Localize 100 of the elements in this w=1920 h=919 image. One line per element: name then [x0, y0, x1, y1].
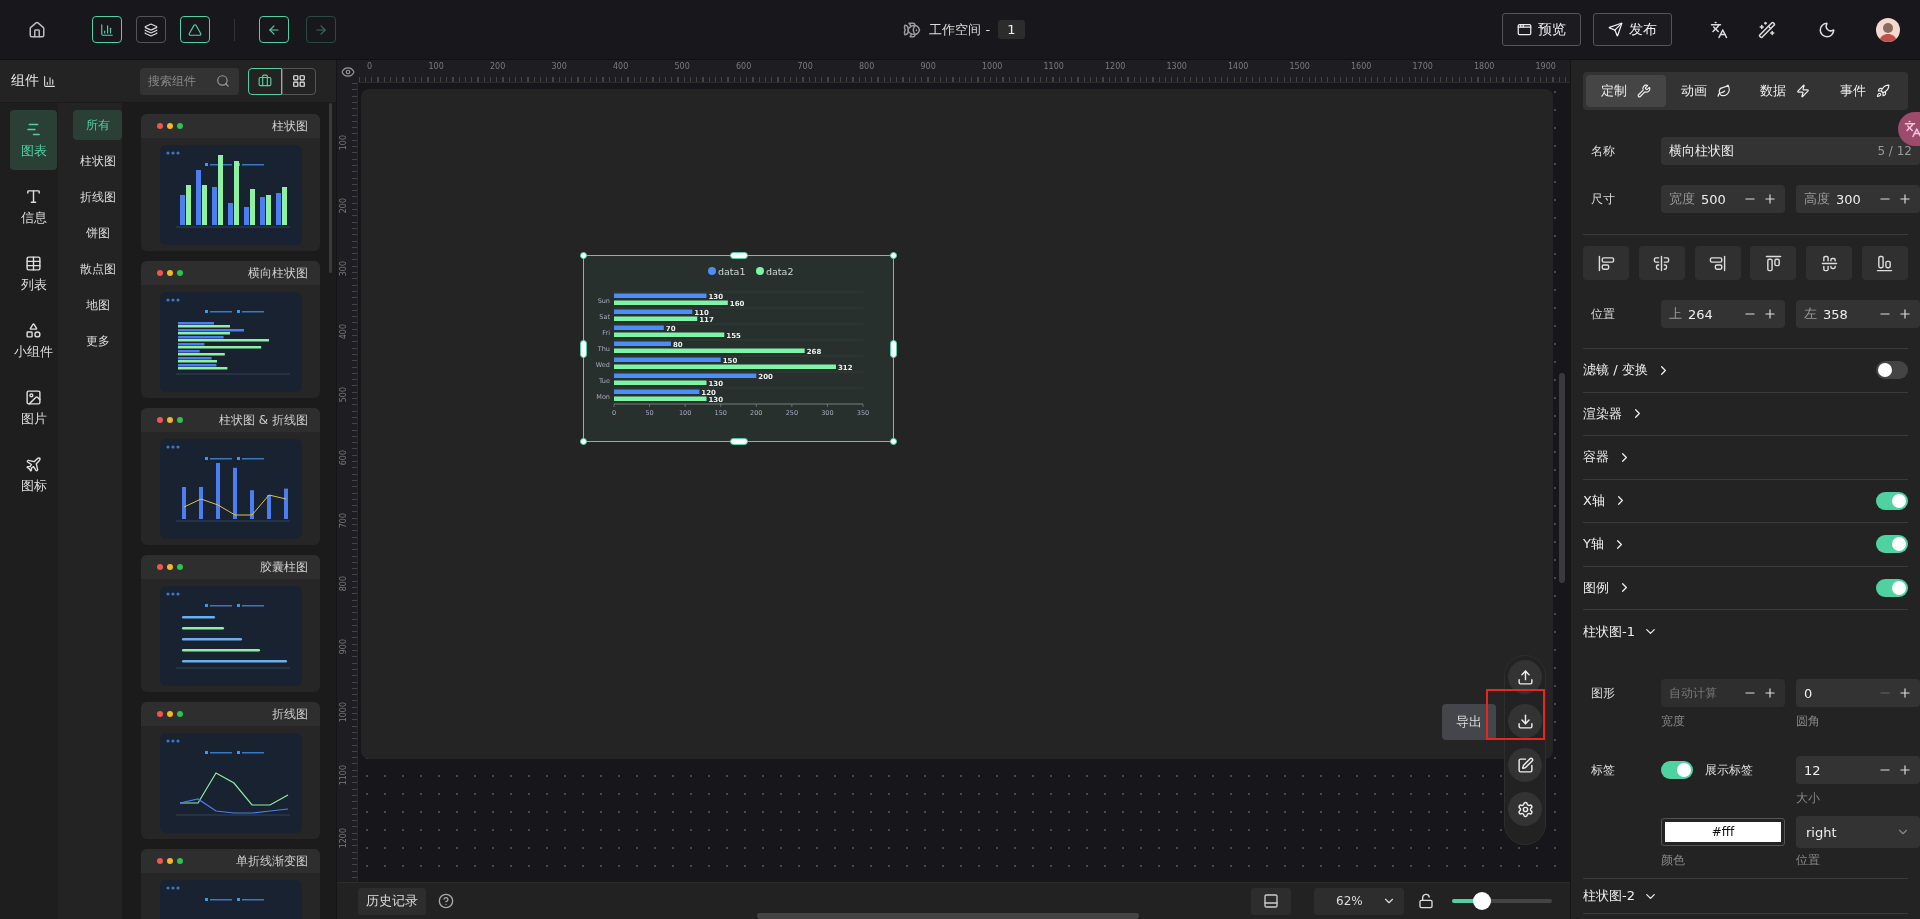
fish-icon — [903, 20, 922, 39]
category-item[interactable]: 信息 — [10, 177, 57, 237]
category-item[interactable]: 小组件 — [10, 311, 57, 371]
section-header[interactable]: 图例 — [1583, 578, 1632, 597]
search-field[interactable]: 搜索组件 — [140, 67, 239, 95]
component-card[interactable]: 单折线渐变图 — [141, 849, 320, 919]
resize-handle[interactable] — [580, 252, 587, 259]
toggle-switch[interactable] — [1876, 535, 1908, 554]
dock-button[interactable] — [1508, 660, 1542, 694]
tab[interactable]: 动画 — [1665, 75, 1746, 107]
increment-button[interactable] — [1898, 307, 1912, 321]
plus-icon — [1898, 763, 1912, 777]
align-button[interactable] — [1750, 246, 1797, 280]
section-header[interactable]: X轴 — [1583, 491, 1628, 510]
back-button[interactable] — [259, 16, 289, 43]
avatar[interactable] — [1876, 17, 1900, 42]
category-item[interactable]: 列表 — [10, 244, 57, 304]
scrollbar[interactable] — [757, 913, 1139, 919]
toolbar-button[interactable] — [180, 16, 210, 43]
component-card[interactable]: 横向柱状图 — [141, 261, 320, 398]
section-header[interactable]: 容器 — [1583, 448, 1632, 467]
subcategory-item[interactable]: 所有 — [73, 110, 122, 140]
scrollbar[interactable] — [1559, 373, 1565, 583]
subcategory-item[interactable]: 地图 — [73, 290, 122, 320]
subcategory-item[interactable]: 更多 — [73, 326, 122, 356]
toggle-switch[interactable] — [1876, 361, 1908, 380]
component-card[interactable]: 折线图 — [141, 702, 320, 839]
resize-handle[interactable] — [580, 340, 587, 358]
tab[interactable]: 定制 — [1586, 75, 1666, 107]
dock-button[interactable] — [1508, 748, 1542, 782]
toggle-switch[interactable] — [1661, 761, 1693, 779]
dock-button[interactable] — [1508, 792, 1542, 826]
help-icon — [438, 893, 454, 909]
field-value: 300 — [1836, 191, 1862, 207]
resize-handle[interactable] — [890, 252, 897, 259]
resize-handle[interactable] — [580, 438, 587, 445]
magic-wand-button[interactable] — [1758, 20, 1776, 39]
align-button[interactable] — [1583, 246, 1629, 280]
increment-button[interactable] — [1898, 763, 1912, 777]
resize-handle[interactable] — [730, 252, 748, 259]
increment-button[interactable] — [1763, 192, 1777, 206]
component-card[interactable]: 柱状图 & 折线图 — [141, 408, 320, 545]
toggle-switch[interactable] — [1876, 578, 1908, 597]
publish-button[interactable]: 发布 — [1593, 13, 1672, 46]
history-button[interactable]: 历史记录 — [358, 887, 426, 915]
slider-thumb[interactable] — [1473, 892, 1491, 910]
category-item[interactable]: 图表 — [10, 110, 57, 170]
position-select[interactable]: right — [1796, 816, 1920, 848]
section-header[interactable]: Y轴 — [1583, 535, 1627, 554]
tab[interactable]: 数据 — [1745, 75, 1826, 107]
increment-button[interactable] — [1763, 686, 1777, 700]
radius-field[interactable]: 0 — [1796, 679, 1920, 707]
ruler-label: 300 — [340, 261, 348, 277]
ruler-label: 1500 — [1289, 63, 1310, 71]
help-button[interactable] — [438, 893, 454, 909]
number-field[interactable]: 高度 300 — [1796, 185, 1920, 213]
subcategory-item[interactable]: 饼图 — [73, 218, 122, 248]
section-header[interactable]: 柱状图-2 — [1583, 887, 1658, 905]
resize-handle[interactable] — [730, 438, 748, 445]
view-mode-button[interactable] — [248, 67, 282, 95]
category-item[interactable]: 图标 — [10, 445, 57, 505]
component-card[interactable]: 柱状图 — [141, 114, 320, 251]
resize-handle[interactable] — [890, 438, 897, 445]
align-button[interactable] — [1638, 246, 1685, 280]
toolbar-button[interactable] — [136, 16, 166, 43]
subcategory-item[interactable]: 折线图 — [73, 182, 122, 212]
plus-icon — [1763, 192, 1777, 206]
number-field[interactable]: 左 358 — [1796, 300, 1920, 328]
translate-button[interactable] — [1710, 20, 1728, 39]
section-header[interactable]: 滤镜 / 变换 — [1583, 361, 1671, 380]
name-field[interactable]: 横向柱状图 5 / 12 — [1661, 137, 1920, 165]
align-button[interactable] — [1862, 246, 1908, 280]
font-size-field[interactable]: 12 — [1796, 756, 1920, 784]
align-button[interactable] — [1694, 246, 1741, 280]
preview-button[interactable]: 预览 — [1502, 13, 1581, 46]
section-header[interactable]: 渲染器 — [1583, 404, 1645, 423]
number-field[interactable]: 宽度 500 — [1661, 185, 1785, 213]
number-field[interactable]: 上 264 — [1661, 300, 1785, 328]
zoom-select[interactable]: 62% — [1314, 887, 1404, 915]
section-header[interactable]: 柱状图-1 — [1583, 622, 1658, 641]
increment-button[interactable] — [1898, 192, 1912, 206]
theme-button[interactable] — [1818, 20, 1836, 39]
increment-button[interactable] — [1898, 686, 1912, 700]
color-field[interactable]: #fff — [1661, 818, 1785, 846]
toolbar-button[interactable] — [92, 16, 122, 43]
resize-handle[interactable] — [890, 340, 897, 358]
category-item[interactable]: 图片 — [10, 378, 57, 438]
align-button[interactable] — [1806, 246, 1853, 280]
home-button[interactable] — [28, 20, 46, 39]
eye-icon — [340, 64, 355, 79]
subcategory-item[interactable]: 柱状图 — [73, 146, 122, 176]
component-card[interactable]: 胶囊柱图 — [141, 555, 320, 692]
increment-button[interactable] — [1763, 307, 1777, 321]
view-mode-button[interactable] — [282, 67, 316, 95]
subcategory-item[interactable]: 散点图 — [73, 254, 122, 284]
lock-button[interactable] — [1418, 893, 1434, 909]
toggle-switch[interactable] — [1876, 491, 1908, 510]
zoom-slider[interactable] — [1452, 892, 1552, 910]
tab[interactable]: 事件 — [1825, 75, 1905, 107]
minimap-button[interactable] — [1251, 887, 1291, 915]
